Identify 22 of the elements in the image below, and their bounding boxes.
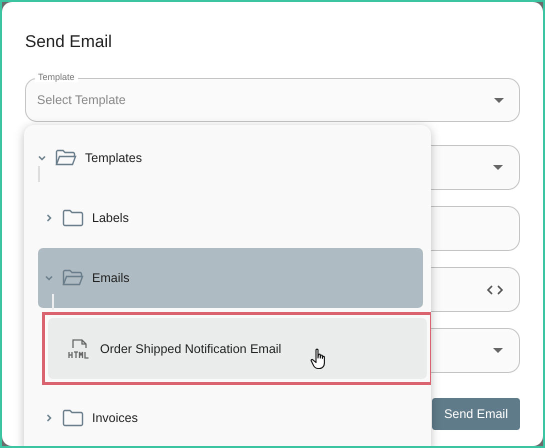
code-icon[interactable] [487,284,503,294]
dropdown-arrow-icon[interactable] [493,165,503,170]
open-folder-icon [62,269,84,287]
hand-cursor-icon [310,348,328,370]
dropdown-arrow-icon[interactable] [494,98,504,102]
open-folder-icon [55,149,77,167]
template-select[interactable]: Template Select Template [25,70,520,122]
dialog-title: Send Email [25,32,113,52]
dropdown-arrow-icon[interactable] [493,348,503,353]
tree-item[interactable]: Order Shipped Notification Email [48,318,427,379]
chevron-right-icon[interactable] [44,213,54,223]
tree-item[interactable]: Invoices [38,388,423,446]
folder-icon [62,209,84,227]
tree-item[interactable]: Emails [38,248,423,308]
chevron-down-icon[interactable] [37,153,47,163]
send-email-button[interactable]: Send Email [432,398,520,430]
chevron-right-icon[interactable] [44,413,54,423]
folder-icon [62,409,84,427]
tree-item[interactable]: Templates [31,128,423,188]
field-label: Template [35,72,78,82]
placeholder-text: Select Template [37,93,126,107]
tree-item[interactable]: Labels [38,188,423,248]
